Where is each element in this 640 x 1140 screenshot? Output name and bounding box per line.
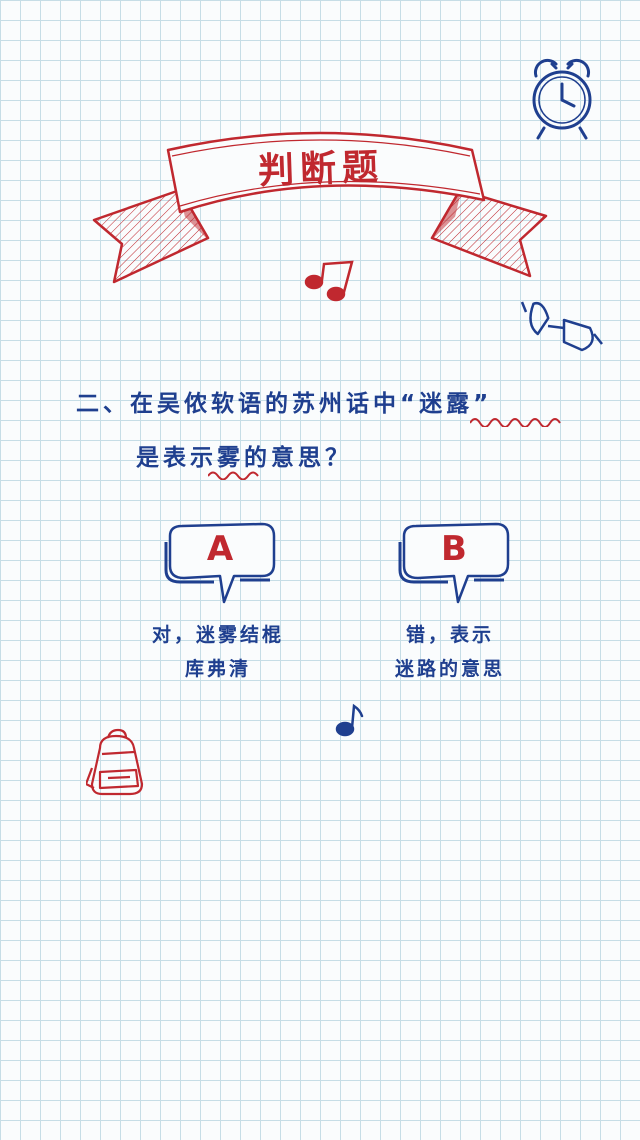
glasses-icon bbox=[520, 301, 603, 352]
music-note-icon bbox=[335, 703, 364, 737]
page-title: 判断题 bbox=[257, 146, 385, 193]
wavy-underline bbox=[208, 471, 259, 480]
option-a-letter: A bbox=[206, 529, 234, 569]
option-a-text: 对，迷雾结棍 库弗清 bbox=[151, 624, 284, 680]
wavy-underline bbox=[470, 418, 561, 427]
option-b-letter: B bbox=[441, 529, 467, 569]
question-line-1: 二、在吴侬软语的苏州话中“迷露” bbox=[76, 391, 493, 417]
highlight-term: 迷露 bbox=[419, 391, 474, 417]
question-line-2: 是表示雾的意思？ bbox=[136, 445, 352, 471]
music-note-icon bbox=[304, 260, 354, 302]
option-b-text: 错，表示 迷路的意思 bbox=[394, 624, 505, 680]
backpack-icon bbox=[86, 728, 144, 796]
